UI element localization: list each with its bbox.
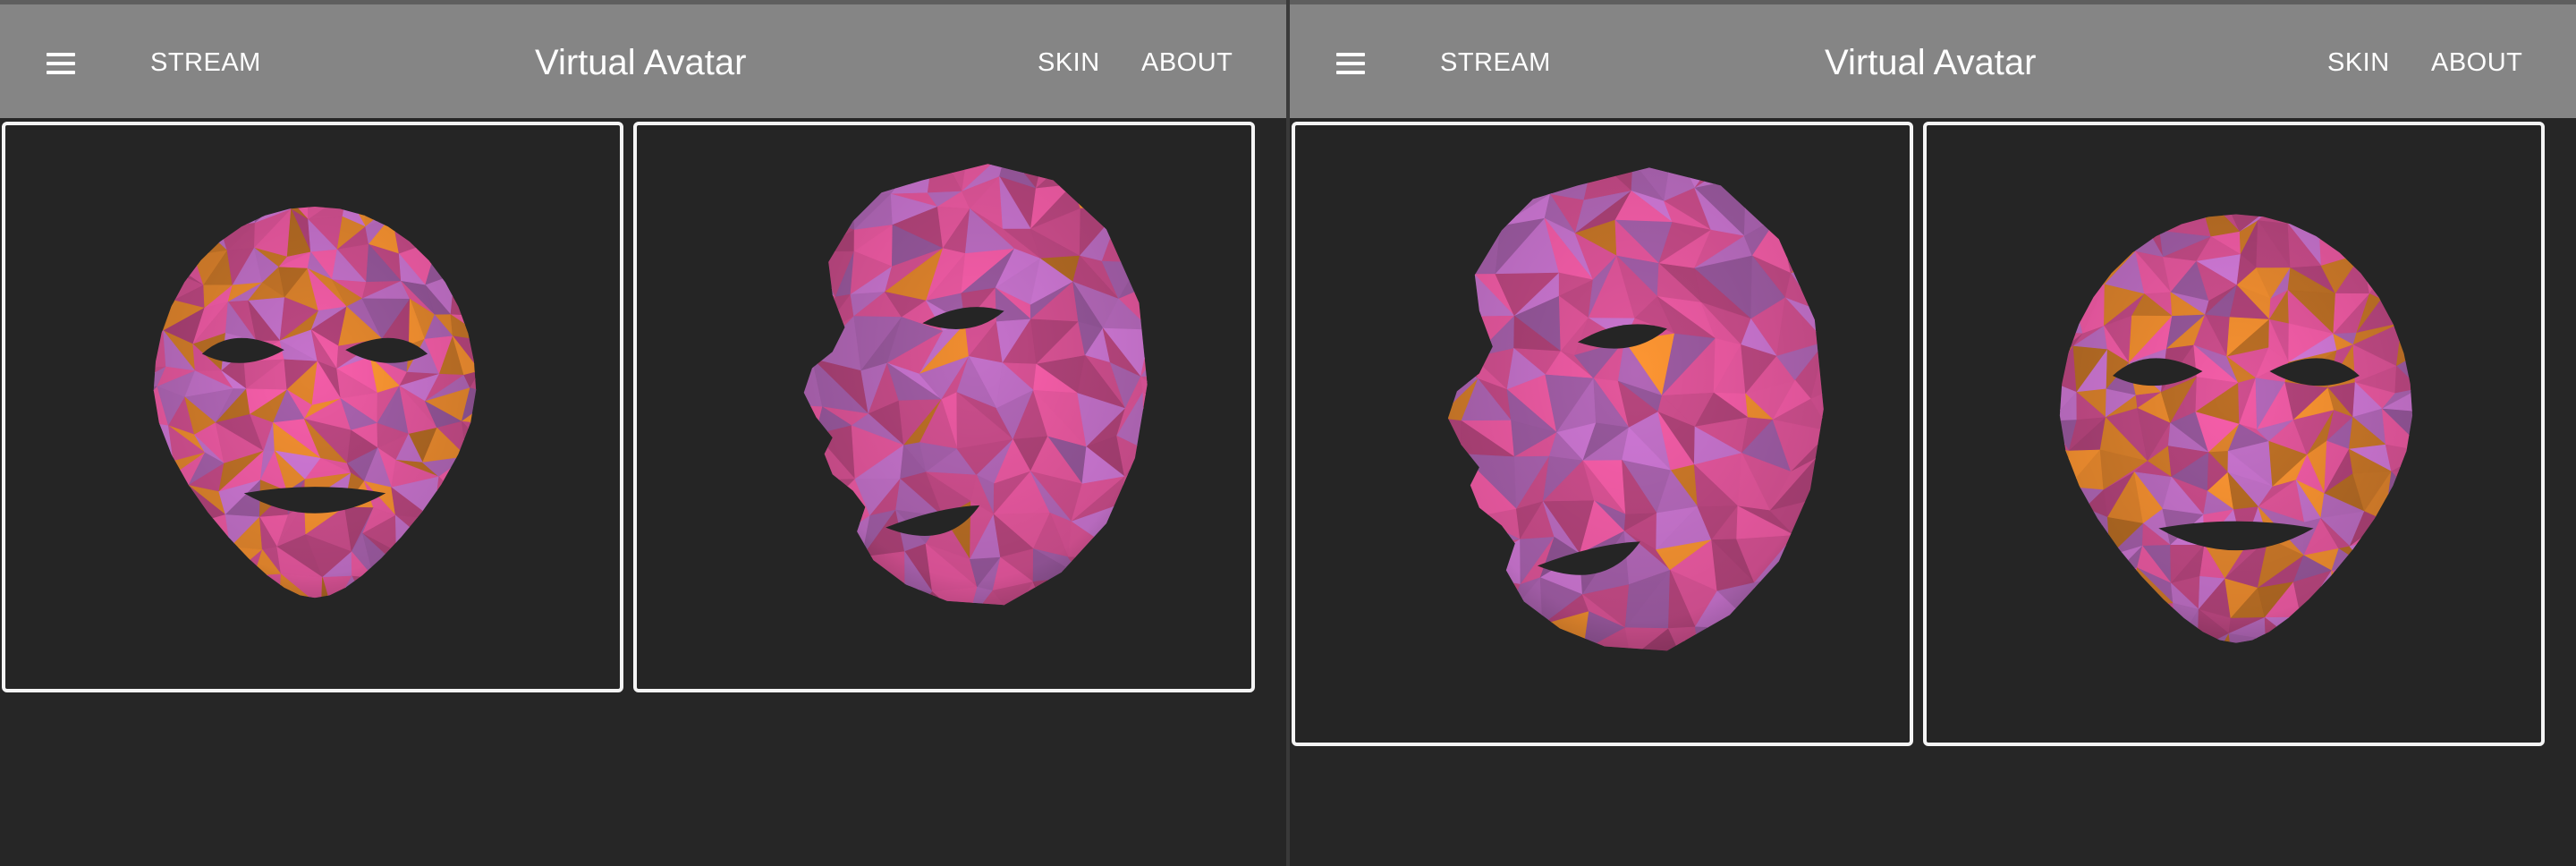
avatar-view-side[interactable] [633,122,1255,692]
app-bar: STREAM Virtual Avatar SKIN ABOUT [1290,0,2576,118]
avatar-view-front[interactable] [1923,122,2545,746]
app-title: Virtual Avatar [535,43,747,82]
nav-stream-link[interactable]: STREAM [150,47,261,78]
app-bar: STREAM Virtual Avatar SKIN ABOUT [0,0,1286,118]
nav-skin-link[interactable]: SKIN [2327,47,2390,78]
nav-about-link[interactable]: ABOUT [2431,47,2522,78]
face-mask-side-icon [1447,167,1824,651]
face-mask-side-icon [803,164,1148,606]
face-mask-front-icon [153,206,477,599]
nav-skin-link[interactable]: SKIN [1038,47,1100,78]
nav-about-link[interactable]: ABOUT [1141,47,1233,78]
hamburger-menu-icon[interactable] [1333,49,1368,78]
avatar-view-side[interactable] [1292,122,1913,746]
nav-stream-link[interactable]: STREAM [1440,47,1551,78]
avatar-view-front[interactable] [2,122,623,692]
app-screen-2: STREAM Virtual Avatar SKIN ABOUT [1290,0,2576,866]
face-mask-front-icon [2059,214,2413,643]
hamburger-menu-icon[interactable] [43,49,79,78]
app-title: Virtual Avatar [1825,43,2037,82]
screens-container: STREAM Virtual Avatar SKIN ABOUT STREAM … [0,0,2576,866]
app-screen-1: STREAM Virtual Avatar SKIN ABOUT [0,0,1286,866]
